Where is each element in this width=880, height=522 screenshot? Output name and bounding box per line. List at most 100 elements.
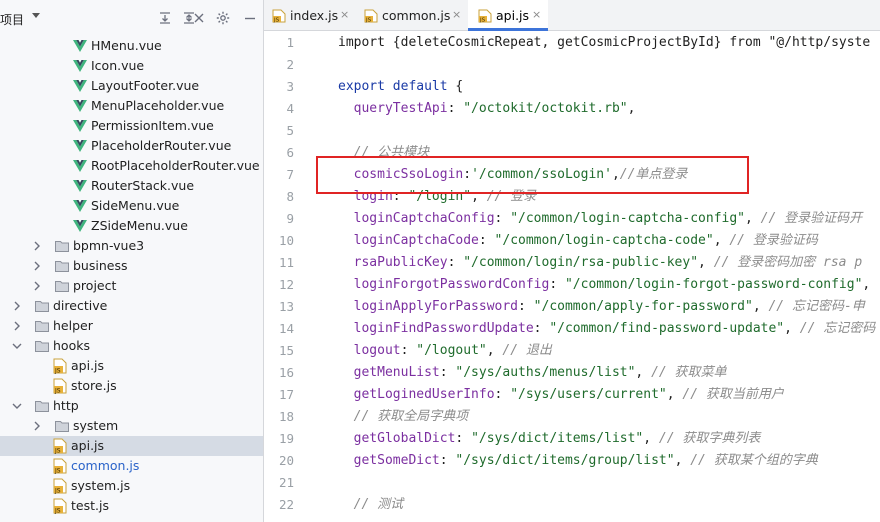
collapse-all-icon[interactable]	[157, 10, 173, 26]
code-line[interactable]: loginCaptchaCode: "/common/login-captcha…	[338, 230, 818, 252]
code-line[interactable]: loginFindPasswordUpdate: "/common/find-p…	[338, 318, 876, 340]
tree-item[interactable]: http	[0, 396, 263, 416]
code-token: :	[494, 387, 511, 402]
chevron-right-icon[interactable]	[32, 236, 42, 256]
code-token: "/octokit/octokit.rb"	[463, 101, 628, 116]
code-token: loginFindPasswordUpdate	[338, 321, 534, 336]
code-line[interactable]: export default {	[338, 76, 463, 98]
chevron-right-icon[interactable]	[32, 256, 42, 276]
folder-icon	[34, 298, 50, 314]
code-token: :	[439, 453, 456, 468]
code-line[interactable]: // 测试	[338, 494, 404, 516]
js-file-icon: JS	[52, 358, 68, 374]
tree-item[interactable]: hooks	[0, 336, 263, 356]
vue-file-icon	[72, 198, 88, 214]
tree-item[interactable]: JS store.js	[0, 376, 263, 396]
chevron-right-icon[interactable]	[32, 276, 42, 296]
project-panel-title[interactable]: 项目	[0, 11, 24, 28]
vue-file-icon	[72, 218, 88, 234]
code-line[interactable]: loginApplyForPassword: "/common/apply-fo…	[338, 296, 865, 318]
code-line[interactable]: getGlobalDict: "/sys/dict/items/list", /…	[338, 428, 761, 450]
tree-item[interactable]: ZSideMenu.vue	[0, 216, 263, 236]
tree-item-label: ZSideMenu.vue	[91, 218, 188, 233]
tree-item[interactable]: RootPlaceholderRouter.vue	[0, 156, 263, 176]
line-number: 7	[286, 167, 294, 182]
tree-item[interactable]: directive	[0, 296, 263, 316]
close-icon[interactable]: ×	[340, 8, 349, 21]
tree-item[interactable]: JS common.js	[0, 456, 263, 476]
line-number: 4	[286, 101, 294, 116]
chevron-right-icon[interactable]	[12, 316, 22, 336]
code-token: // 登录验证码	[729, 233, 818, 248]
chevron-right-icon[interactable]	[12, 296, 22, 316]
tree-item[interactable]: JS api.js	[0, 436, 263, 456]
code-line[interactable]: queryTestApi: "/octokit/octokit.rb",	[338, 98, 636, 120]
code-line[interactable]: rsaPublicKey: "/common/login/rsa-public-…	[338, 252, 863, 274]
code-line[interactable]: getMenuList: "/sys/auths/menus/list", //…	[338, 362, 727, 384]
code-line[interactable]: loginForgotPasswordConfig: "/common/logi…	[338, 274, 871, 296]
tree-item[interactable]: business	[0, 256, 263, 276]
tab-api-js[interactable]: JS api.js ×	[468, 0, 548, 31]
code-line[interactable]: loginCaptchaConfig: "/common/login-captc…	[338, 208, 863, 230]
chevron-down-icon[interactable]	[12, 336, 22, 356]
tree-item[interactable]: PlaceholderRouter.vue	[0, 136, 263, 156]
line-number: 11	[278, 255, 294, 270]
tree-item[interactable]: JS test.js	[0, 496, 263, 516]
line-number: 16	[278, 365, 294, 380]
tree-item[interactable]: RouterStack.vue	[0, 176, 263, 196]
tree-item[interactable]: system	[0, 416, 263, 436]
code-token: getLoginedUserInfo	[338, 387, 495, 402]
tree-item[interactable]: bpmn-vue3	[0, 236, 263, 256]
svg-text:JS: JS	[365, 17, 372, 23]
code-line[interactable]: getLoginedUserInfo: "/sys/users/current"…	[338, 384, 784, 406]
close-panel-icon[interactable]	[191, 10, 207, 26]
tree-item-label: system	[73, 418, 119, 433]
tree-item-label: business	[73, 258, 128, 273]
tab-index-js[interactable]: JS index.js ×	[264, 0, 354, 31]
tree-item[interactable]: PermissionItem.vue	[0, 116, 263, 136]
line-number: 12	[278, 277, 294, 292]
code-token: // 登录验证码开	[760, 211, 863, 226]
close-icon[interactable]: ×	[452, 8, 461, 21]
tree-item[interactable]: project	[0, 276, 263, 296]
line-number: 8	[286, 189, 294, 204]
code-token: :	[549, 277, 565, 292]
svg-text:JS: JS	[54, 387, 61, 394]
close-icon[interactable]: ×	[532, 8, 541, 21]
code-line[interactable]: logout: "/logout", // 退出	[338, 340, 552, 362]
tree-item-label: RootPlaceholderRouter.vue	[91, 158, 260, 173]
tree-item[interactable]: Icon.vue	[0, 56, 263, 76]
line-number: 17	[278, 387, 294, 402]
gear-icon[interactable]	[215, 10, 231, 26]
tree-item[interactable]: HMenu.vue	[0, 36, 263, 56]
tree-item[interactable]: JS api.js	[0, 356, 263, 376]
tree-item-label: bpmn-vue3	[73, 238, 145, 253]
tree-item-label: http	[53, 398, 79, 413]
tree-item[interactable]: MenuPlaceholder.vue	[0, 96, 263, 116]
code-editor[interactable]: 1 2 3 4 5 6 7 8 9 10 11 12 13 14 15 16 17 18 19 20 21 22 impo…	[264, 31, 880, 522]
code-token: ,	[713, 233, 730, 248]
tree-item[interactable]: SideMenu.vue	[0, 196, 263, 216]
code-token: ,	[784, 321, 800, 336]
code-token: // 忘记密码	[799, 321, 876, 336]
tree-item[interactable]: helper	[0, 316, 263, 336]
svg-text:JS: JS	[54, 467, 61, 474]
chevron-right-icon[interactable]	[32, 416, 42, 436]
code-line[interactable]: // 获取全局字典项	[338, 406, 469, 428]
js-file-icon: JS	[272, 9, 286, 23]
js-file-icon: JS	[478, 9, 492, 23]
folder-icon	[54, 238, 70, 254]
tree-item[interactable]: JS system.js	[0, 476, 263, 496]
code-line[interactable]: import {deleteCosmicRepeat, getCosmicPro…	[338, 32, 870, 54]
code-line[interactable]: getSomeDict: "/sys/dict/items/group/list…	[338, 450, 818, 472]
minimize-icon[interactable]	[242, 10, 258, 26]
code-token: "/common/apply-for-password"	[533, 299, 753, 314]
vue-file-icon	[72, 38, 88, 54]
line-number: 3	[286, 79, 294, 94]
tree-item[interactable]: LayoutFooter.vue	[0, 76, 263, 96]
line-number: 19	[278, 431, 294, 446]
chevron-down-icon[interactable]	[12, 396, 22, 416]
chevron-down-icon[interactable]	[32, 13, 40, 18]
js-file-icon: JS	[52, 458, 68, 474]
tab-common-js[interactable]: JS common.js ×	[356, 0, 466, 31]
